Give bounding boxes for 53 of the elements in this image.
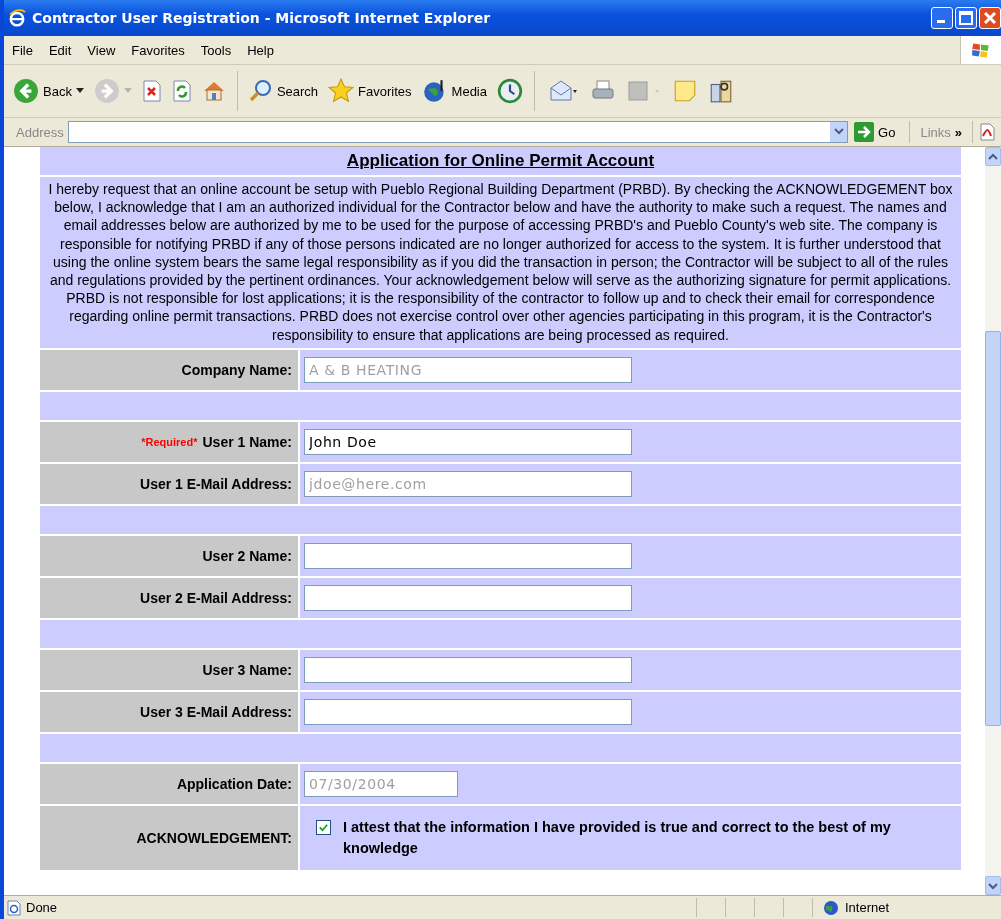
address-label: Address bbox=[15, 124, 65, 140]
menu-item[interactable]: Tools bbox=[192, 42, 240, 58]
field-label: User 1 Name: bbox=[202, 433, 292, 450]
favorites-button[interactable]: Favorites bbox=[325, 76, 415, 106]
more-links-button[interactable]: » bbox=[954, 124, 972, 140]
caret-icon bbox=[75, 88, 84, 94]
close-button[interactable] bbox=[979, 7, 1001, 29]
scroll-up-button[interactable] bbox=[985, 147, 1001, 166]
caret-icon bbox=[123, 88, 132, 94]
search-button[interactable]: Search bbox=[245, 77, 322, 105]
input-field[interactable] bbox=[304, 542, 632, 569]
scroll-thumb[interactable] bbox=[985, 331, 1001, 726]
globe-icon bbox=[823, 899, 839, 916]
field-label: User 2 E-Mail Address: bbox=[140, 589, 292, 606]
input-field[interactable] bbox=[304, 698, 632, 725]
window-title: Contractor User Registration - Microsoft Internet Explorer bbox=[32, 10, 492, 26]
page-icon bbox=[6, 899, 22, 916]
minimize-icon bbox=[937, 20, 945, 23]
field-label: User 2 Name: bbox=[202, 547, 292, 564]
zone-text: Internet bbox=[845, 900, 890, 915]
required-note: *Required* bbox=[141, 435, 198, 448]
menu-item[interactable]: Help bbox=[239, 42, 282, 58]
status-text: Done bbox=[26, 900, 58, 915]
media-button[interactable]: Media bbox=[418, 76, 490, 106]
go-button[interactable]: Go bbox=[848, 122, 910, 142]
input-field[interactable] bbox=[304, 584, 632, 611]
check-icon bbox=[318, 821, 329, 833]
intro-paragraph: I hereby request that an online account be setup with Pueblo Regional Building Department (PRBD). By checking the ACKNOWLEDGEMENT box below, I acknowledge that I am an authorized individual for the Contractor below and have the authority to make such a request. The names and email addresses below are authorized by me to be used for the purpose of accessing PRBD's and Pueblo County's web site. The company is responsible for notifying PRBD if any of those persons indicated are no longer authorized for access to the system. It is further understood that using the online system bears the same legal responsibility as if you did the transaction in person; the Contractor will be subject to all of the rules and regulations provided by the pertinent ordinances. Your acknowledgement below will serve as the authorizing signature for permit applications. PRBD is not responsible for lost applications; it is the responsibility of the contractor to follow up and to check their email for correspondence regarding online permit transactions. PRBD does not exercise control over other agencies participating in this program, it is the Contractor's responsibility to ensure that applications are being processed as required. bbox=[40, 177, 961, 348]
field-label: Company Name: bbox=[181, 361, 292, 378]
address-field[interactable] bbox=[67, 121, 849, 143]
search-icon bbox=[248, 79, 273, 103]
page-heading: Application for Online Permit Account bbox=[40, 147, 961, 175]
field-label: User 3 E-Mail Address: bbox=[140, 703, 292, 720]
field-label: Application Date: bbox=[176, 775, 292, 792]
scrollbar[interactable] bbox=[985, 147, 1001, 895]
input-field[interactable] bbox=[304, 656, 632, 683]
checkbox-label: I attest that the information I have provided is true and correct to the best of my knowledge bbox=[343, 817, 892, 858]
input-field[interactable]: John Doe bbox=[304, 428, 632, 455]
checkbox[interactable] bbox=[316, 819, 331, 835]
maximize-icon bbox=[956, 8, 976, 28]
field-label: ACKNOWLEDGEMENT: bbox=[136, 829, 292, 846]
maximize-button[interactable] bbox=[955, 7, 977, 29]
field-label: User 1 E-Mail Address: bbox=[140, 475, 292, 492]
back-button[interactable]: Back bbox=[10, 76, 87, 106]
field-label: User 3 Name: bbox=[202, 661, 292, 678]
menu-item[interactable]: Favorites bbox=[123, 42, 193, 58]
browser-icon bbox=[8, 9, 26, 27]
scroll-down-button[interactable] bbox=[985, 876, 1001, 895]
menu-item[interactable]: View bbox=[79, 42, 124, 58]
minimize-button[interactable] bbox=[931, 7, 953, 29]
menu-item[interactable]: File bbox=[4, 42, 41, 58]
menu-item[interactable]: Edit bbox=[40, 42, 80, 58]
star-icon bbox=[328, 78, 355, 104]
